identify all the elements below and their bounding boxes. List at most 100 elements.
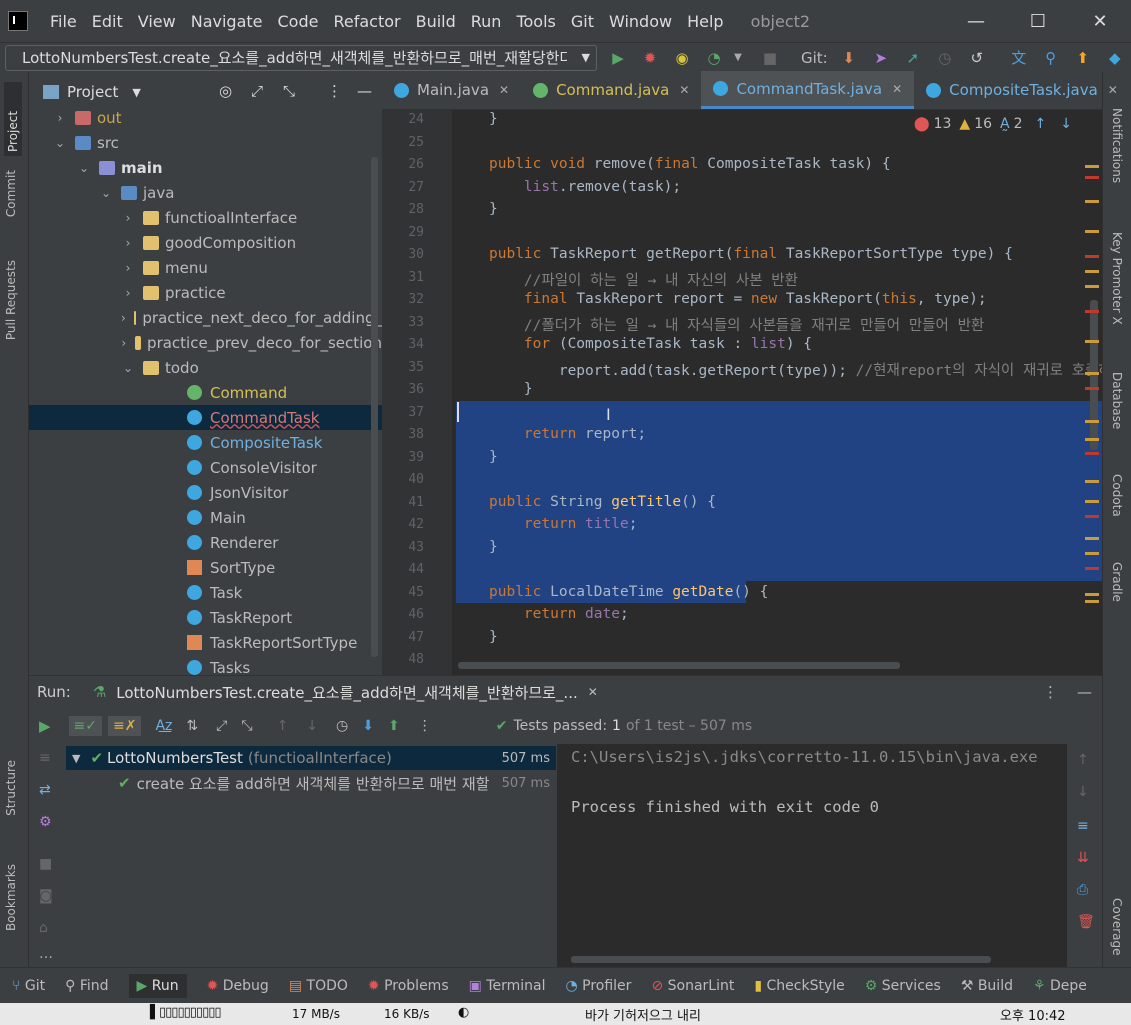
menu-tools[interactable]: Tools <box>516 12 555 31</box>
tree-item-task[interactable]: Task <box>29 580 382 605</box>
taskbar-apps-icon[interactable]: ▌▯▯▯▯▯▯▯▯▯▯ <box>150 1005 222 1020</box>
pin-icon[interactable]: ⌂ <box>39 920 48 936</box>
run-configuration-select[interactable]: LottoNumbersTest.create_요소를_add하면_새객체를_반… <box>5 44 597 71</box>
error-stripe-marker[interactable] <box>1085 515 1099 518</box>
tool-tab-bookmarks[interactable]: Bookmarks <box>4 864 18 931</box>
camera-icon[interactable]: ◙ <box>39 888 53 904</box>
tool-tab-commit[interactable]: Commit <box>4 170 18 217</box>
close-tab-icon[interactable]: ✕ <box>499 83 509 97</box>
error-stripe-marker[interactable] <box>1085 387 1099 390</box>
tree-item-renderer[interactable]: Renderer <box>29 530 382 555</box>
menu-help[interactable]: Help <box>687 12 723 31</box>
scroll-up-icon[interactable]: ↑ <box>1077 752 1089 768</box>
chevron-icon[interactable]: ⌄ <box>77 161 91 175</box>
tab-compositetask-java[interactable]: CompositeTask.java ✕ <box>914 71 1130 109</box>
run-tab-label[interactable]: LottoNumbersTest.create_요소를_add하면_새객체를_반… <box>116 682 577 703</box>
bottom-tab-run[interactable]: ▶ Run <box>128 973 187 998</box>
profile-icon[interactable]: ◔ <box>703 47 725 69</box>
error-stripe-marker[interactable] <box>1085 567 1099 570</box>
menu-refactor[interactable]: Refactor <box>333 12 400 31</box>
options-icon[interactable]: ⋮ <box>327 82 342 100</box>
rerun-failed-icon[interactable]: ≡ <box>39 750 51 766</box>
expand-all-icon[interactable]: ⤢ <box>251 82 263 100</box>
tree-item-main[interactable]: Main <box>29 505 382 530</box>
error-stripe-marker[interactable] <box>1085 537 1099 540</box>
tab-main-java[interactable]: Main.java ✕ <box>382 71 521 109</box>
tree-item-commandtask[interactable]: CommandTask <box>29 405 382 430</box>
tool-tab-codota[interactable]: Codota <box>1110 474 1124 517</box>
print-icon[interactable]: ⎙ <box>1077 882 1088 898</box>
chevron-icon[interactable]: › <box>121 261 135 275</box>
error-stripe-marker[interactable] <box>1085 285 1099 288</box>
chevron-icon[interactable]: ⌄ <box>99 186 113 200</box>
coverage-icon[interactable]: ◉ <box>671 47 693 69</box>
menu-navigate[interactable]: Navigate <box>191 12 263 31</box>
chevron-down-icon[interactable]: ▼ <box>132 86 140 99</box>
project-panel-title[interactable]: Project <box>67 83 118 101</box>
chevron-icon[interactable]: › <box>121 211 135 225</box>
tree-item-main[interactable]: ⌄ main <box>29 155 382 180</box>
more-dots-icon[interactable]: … <box>39 946 53 962</box>
tool-tab-structure[interactable]: Structure <box>4 760 18 816</box>
collapse-all-icon[interactable]: ⤡ <box>283 82 295 100</box>
show-ignored-icon[interactable]: ≡✗ <box>108 716 142 736</box>
settings-gear-icon[interactable]: ⚙ <box>39 814 52 830</box>
import-tests-icon[interactable]: ⬇ <box>362 718 374 734</box>
tree-item-consolevisitor[interactable]: ConsoleVisitor <box>29 455 382 480</box>
error-stripe-marker[interactable] <box>1085 270 1099 273</box>
update-icon[interactable]: ⬆ <box>1072 47 1094 69</box>
test-row-suite[interactable]: ▼ ✔ LottoNumbersTest (functioalInterface… <box>66 746 556 770</box>
bottom-tab-sonarlint[interactable]: ⊘ SonarLint <box>651 978 734 994</box>
tree-item-java[interactable]: ⌄ java <box>29 180 382 205</box>
stop-icon[interactable]: ■ <box>39 856 52 872</box>
rerun-icon[interactable]: ▶ <box>39 717 51 735</box>
stop-icon[interactable]: ■ <box>759 47 781 69</box>
console-scrollbar[interactable] <box>571 956 991 963</box>
test-history-icon[interactable]: ◷ <box>336 718 348 734</box>
tree-item-taskreportsorttype[interactable]: TaskReportSortType <box>29 630 382 655</box>
prev-test-icon[interactable]: ↑ <box>277 718 289 734</box>
chevron-icon[interactable]: › <box>121 236 135 250</box>
show-passed-icon[interactable]: ≡✓ <box>68 716 103 736</box>
error-stripe-marker[interactable] <box>1085 600 1099 603</box>
error-stripe-marker[interactable] <box>1085 200 1099 203</box>
close-run-tab-icon[interactable]: ✕ <box>588 685 598 699</box>
error-stripe-marker[interactable] <box>1085 552 1099 555</box>
minimize-icon[interactable]: — <box>945 11 1007 32</box>
next-test-icon[interactable]: ↓ <box>306 718 318 734</box>
tree-item-practice-next-deco-for-adding-[interactable]: › practice_next_deco_for_adding_ <box>29 305 382 330</box>
bottom-tab-checkstyle[interactable]: ▮ CheckStyle <box>754 978 844 994</box>
menu-file[interactable]: File <box>50 12 77 31</box>
menu-view[interactable]: View <box>138 12 176 31</box>
next-problem-icon[interactable]: ↓ <box>1060 116 1072 132</box>
tab-command-java[interactable]: Command.java ✕ <box>521 71 701 109</box>
tab-commandtask-java[interactable]: CommandTask.java ✕ <box>701 71 915 109</box>
git-commit-icon[interactable]: ➤ <box>870 47 892 69</box>
bottom-tab-build[interactable]: ⚒ Build <box>961 978 1013 994</box>
bottom-tab-dependencies[interactable]: ⚘ Depe <box>1033 978 1087 994</box>
collapse-all-icon[interactable]: ⤡ <box>241 718 252 734</box>
toggle-autotest-icon[interactable]: ⇄ <box>39 782 51 798</box>
bottom-tab-find[interactable]: ⚲ Find <box>65 978 108 994</box>
history-icon[interactable]: ◷ <box>934 47 956 69</box>
tool-tab-project[interactable]: Project <box>4 82 22 156</box>
error-stripe-marker[interactable] <box>1085 420 1099 423</box>
close-tab-icon[interactable]: ✕ <box>892 82 902 96</box>
tool-tab-gradle[interactable]: Gradle <box>1110 562 1124 602</box>
chevron-icon[interactable]: › <box>53 111 67 125</box>
tree-item-functioalinterface[interactable]: › functioalInterface <box>29 205 382 230</box>
close-tab-icon[interactable]: ✕ <box>679 83 689 97</box>
soft-wrap-icon[interactable]: ≡ <box>1077 818 1089 834</box>
tool-tab-notifications[interactable]: Notifications <box>1110 108 1124 183</box>
error-stripe-marker[interactable] <box>1085 340 1099 343</box>
tree-item-out[interactable]: › out <box>29 105 382 130</box>
sort-alpha-icon[interactable]: A͟z <box>155 718 172 734</box>
hide-run-panel-icon[interactable]: — <box>1077 683 1092 701</box>
scroll-to-end-icon[interactable]: ⇊ <box>1077 850 1089 866</box>
tree-item-jsonvisitor[interactable]: JsonVisitor <box>29 480 382 505</box>
tool-tab-key-promoter[interactable]: Key Promoter X <box>1110 232 1124 325</box>
bottom-tab-problems[interactable]: ✹ Problems <box>368 978 449 994</box>
chevron-icon[interactable]: ⌄ <box>121 361 135 375</box>
error-stripe-marker[interactable] <box>1085 480 1099 483</box>
error-stripe-marker[interactable] <box>1085 165 1099 168</box>
